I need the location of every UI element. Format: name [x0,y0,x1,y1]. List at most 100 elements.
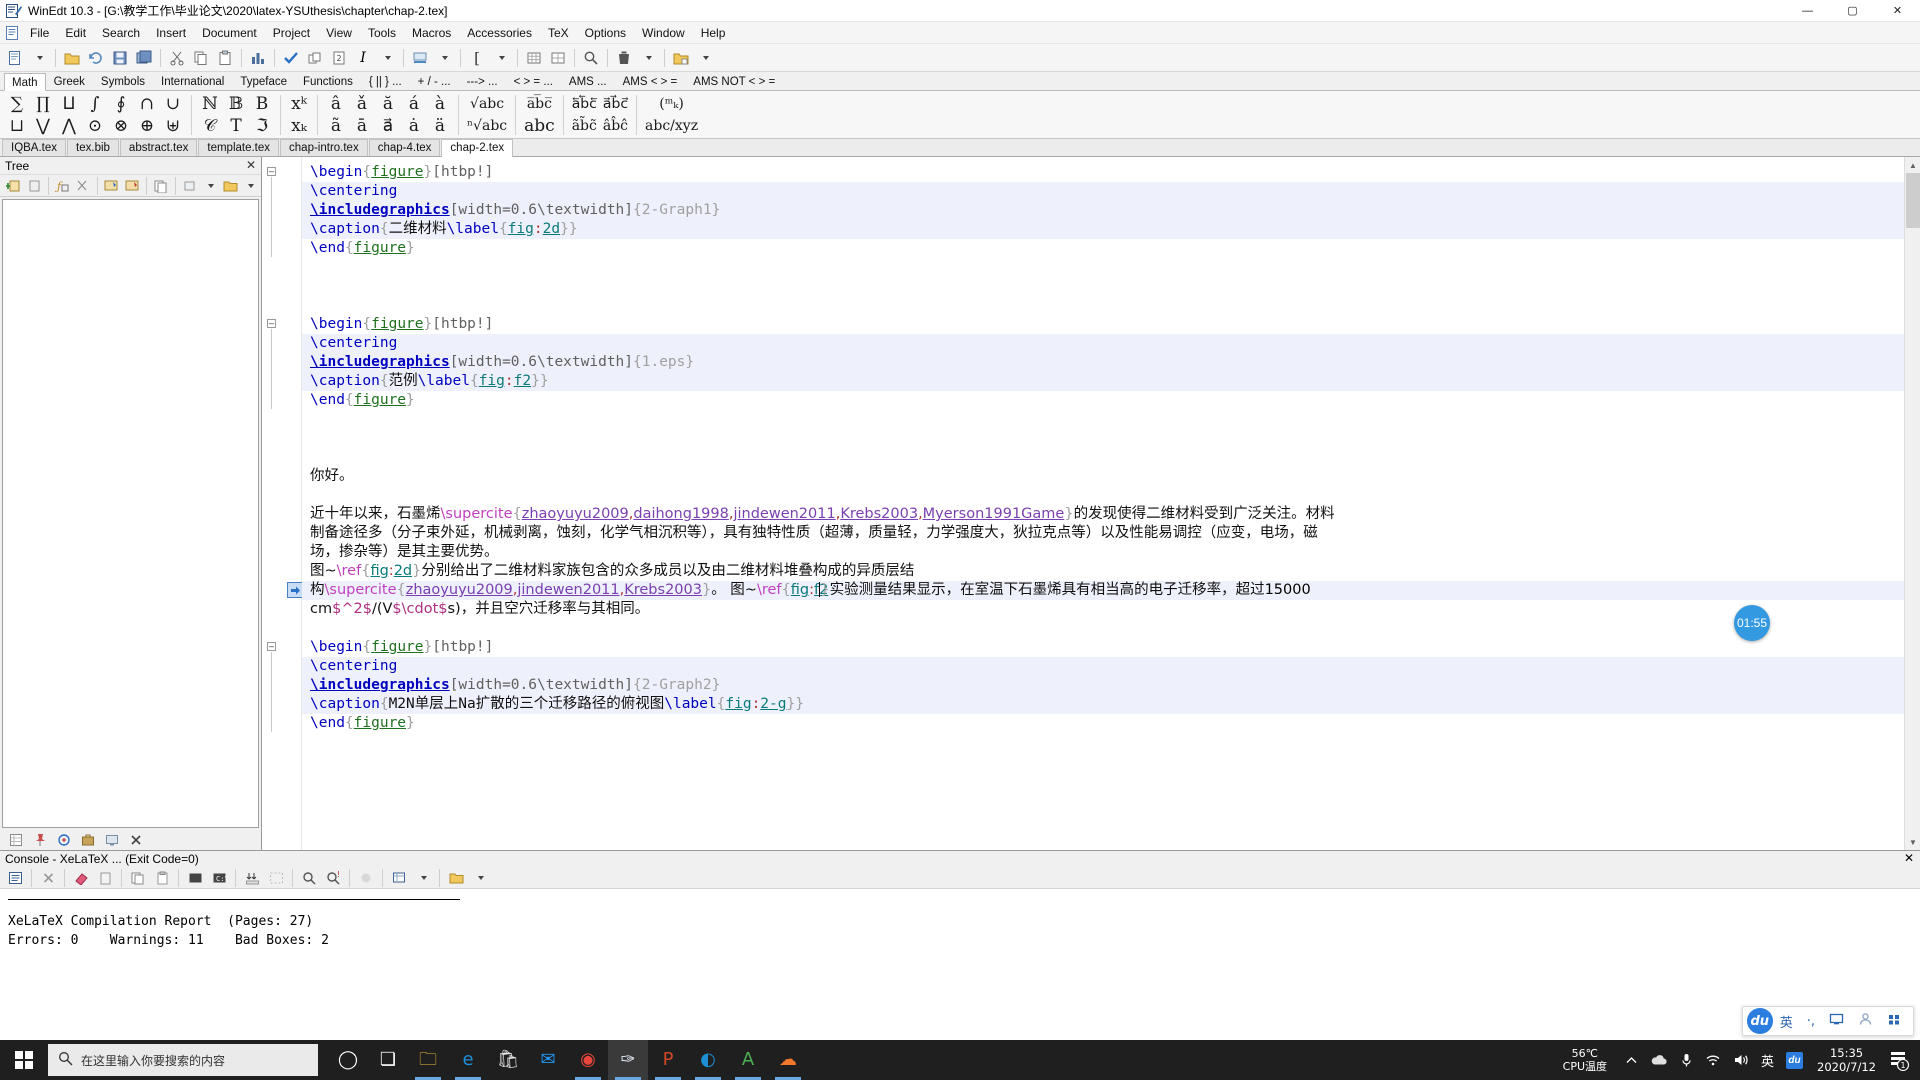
symbol-button[interactable]: ǎ [354,93,370,115]
bracket-icon[interactable]: [ [466,47,488,69]
console-output[interactable]: XeLaTeX Compilation Report (Pages: 27) E… [0,889,1920,1040]
edge-browser-icon[interactable]: e [448,1040,488,1080]
symbol-button[interactable]: √abc [467,93,507,115]
symbol-button[interactable]: ä [432,115,448,137]
symbol-button[interactable]: à [432,93,448,115]
wifi-icon[interactable] [1699,1053,1727,1067]
menu-item-macros[interactable]: Macros [404,24,459,42]
close-icon[interactable] [37,867,59,889]
code-line[interactable]: 近十年以来，石墨烯\supercite{zhaoyuyu2009,daihong… [302,505,1904,524]
chevron-down-icon-2[interactable] [242,175,260,197]
symbol-button[interactable]: B [253,93,272,115]
symbol-button[interactable]: ⁿ√abc [464,115,510,137]
code-line[interactable]: \caption{范例\label{fig:f2}} [302,372,1904,391]
symbol-button[interactable]: ⊔ [7,115,27,137]
marker-gutter[interactable] [284,157,303,850]
delete-icon[interactable] [613,47,635,69]
add-node-icon[interactable] [4,175,22,197]
symbol-button[interactable]: ⊙ [85,115,105,137]
console-dark-icon[interactable] [184,867,206,889]
minimize-button[interactable]: — [1785,0,1830,22]
math-tab-relations[interactable]: < > = ... [506,72,561,90]
cortana-icon[interactable]: ◯ [328,1040,368,1080]
symbol-button[interactable]: ⋀ [59,115,79,137]
symbol-button[interactable]: ã [328,115,344,137]
paste-icon[interactable] [151,867,173,889]
tree-content-area[interactable] [2,199,259,828]
fold-collapse-icon[interactable]: – [267,319,276,328]
math-tab-braces[interactable]: { || } ... [361,72,410,90]
windows-start-icon[interactable] [0,1040,48,1080]
symbol-button[interactable]: ∏ [33,93,53,115]
symbol-button[interactable]: ∫ [88,93,103,115]
code-line[interactable]: \includegraphics[width=0.6\textwidth]{2-… [302,676,1904,695]
symbol-button[interactable]: abc [521,115,558,137]
code-line[interactable]: 你好。 [302,467,1904,486]
code-line[interactable]: 制备途径多（分子束外延，机械剥离，蚀刻，化学气相沉积等），具有独特性质（超薄，质… [302,524,1904,543]
math-tab-ams-not-relations[interactable]: AMS NOT < > = [685,72,783,90]
copy-icon[interactable] [152,175,170,197]
paste-icon[interactable] [214,47,236,69]
table-insert-icon[interactable] [523,47,545,69]
console-close-icon[interactable]: ✕ [1904,851,1914,865]
ime-menu-grid-icon[interactable] [1880,1012,1909,1030]
chevron-down-icon[interactable] [201,175,219,197]
properties-icon[interactable] [181,175,199,197]
search-error-icon[interactable]: ! [322,867,344,889]
search-icon[interactable] [298,867,320,889]
new-dropdown-icon[interactable] [28,47,50,69]
file-tab-abstract[interactable]: abstract.tex [119,139,198,156]
math-tab-international[interactable]: International [153,72,232,90]
spellcheck-icon[interactable] [280,47,302,69]
math-tab-symbols[interactable]: Symbols [93,72,153,90]
wrap-down-icon[interactable] [241,867,263,889]
code-line[interactable]: \end{figure} [302,239,1904,258]
search-icon[interactable] [580,47,602,69]
code-line[interactable]: \centering [302,334,1904,353]
code-line[interactable] [302,486,1904,505]
menu-item-search[interactable]: Search [94,24,148,42]
cpu-temperature-widget[interactable]: 56℃ CPU温度 [1563,1047,1607,1073]
highlight-icon[interactable] [409,47,431,69]
math-tab-math[interactable]: Math [4,73,46,91]
symbol-button[interactable]: 𝔹 [226,93,246,115]
symbol-button[interactable]: ā [354,115,370,137]
italic-dropdown-icon[interactable] [376,47,398,69]
foxit-reader-icon[interactable]: ◐ [688,1040,728,1080]
menu-item-options[interactable]: Options [577,24,634,42]
math-tab-plusminus[interactable]: + / - ... [410,72,459,90]
screen-icon[interactable] [101,829,123,851]
pdf-icon[interactable]: A [728,1040,768,1080]
symbol-button[interactable]: T [227,115,244,137]
open-folder-icon[interactable] [61,47,83,69]
menu-item-window[interactable]: Window [634,24,693,42]
symbol-button[interactable]: ∪ [163,93,183,115]
menu-item-tools[interactable]: Tools [360,24,404,42]
symbol-button[interactable]: ⊕ [137,115,157,137]
folder-dropdown-icon[interactable] [694,47,716,69]
folder-icon[interactable] [222,175,240,197]
file-explorer-icon[interactable]: 🗀 [408,1040,448,1080]
code-line[interactable] [302,619,1904,638]
code-line[interactable] [302,296,1904,315]
code-editor[interactable]: – – – \begin{figure}[htbp!] \centering \incl… [262,157,1920,850]
ime-keyboard-icon[interactable] [1822,1012,1851,1030]
symbol-button[interactable]: a⃖b⃖c⃖ [569,93,600,115]
symbol-button[interactable]: ȧ [406,115,422,137]
eraser-icon[interactable] [70,867,92,889]
editor-vertical-scrollbar[interactable]: ▲ ▼ [1904,157,1920,850]
code-line[interactable]: \begin{figure}[htbp!] [302,163,1904,182]
file-tab-template[interactable]: template.tex [198,139,280,156]
microsoft-store-icon[interactable]: 🛍 [488,1040,528,1080]
chart-icon[interactable] [247,47,269,69]
ime-punctuation-icon[interactable]: ·, [1800,1014,1822,1029]
scroll-down-arrow-icon[interactable]: ▼ [1906,835,1920,849]
symbol-button[interactable]: ⊗ [111,115,131,137]
new-document-icon[interactable] [4,47,26,69]
code-line[interactable]: \begin{figure}[htbp!] [302,638,1904,657]
copy-line-icon[interactable] [304,47,326,69]
symbol-button[interactable]: ⊎ [163,115,183,137]
volume-icon[interactable] [1727,1053,1755,1067]
file-tab-chap-4[interactable]: chap-4.tex [368,139,441,156]
symbol-button[interactable]: á [406,93,422,115]
